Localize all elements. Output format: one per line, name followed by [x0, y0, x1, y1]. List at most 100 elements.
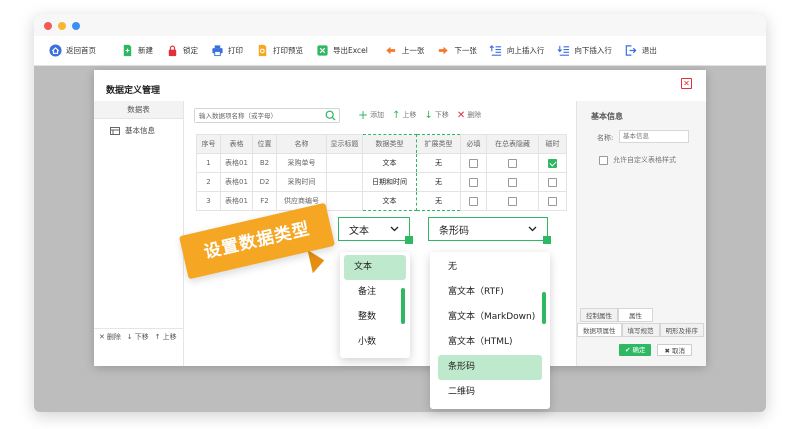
- cell-data-type[interactable]: 日期和时间: [362, 172, 417, 192]
- data-type-option[interactable]: 小数: [340, 330, 410, 355]
- data-type-option[interactable]: 整数: [340, 305, 410, 330]
- cell-no: 1: [196, 153, 221, 173]
- delete-button[interactable]: ✕ 删除: [457, 110, 481, 121]
- custom-style-option[interactable]: 允许自定义表格样式: [599, 155, 676, 165]
- hidden-checkbox[interactable]: [508, 177, 517, 187]
- insert-row-below-button[interactable]: 向下插入行: [550, 39, 618, 63]
- cell-name[interactable]: 采购单号: [276, 153, 327, 173]
- custom-style-checkbox[interactable]: [599, 155, 608, 165]
- ok-button[interactable]: ✔ 确定: [618, 344, 652, 356]
- home-label: 返回首页: [66, 46, 96, 55]
- tab-props[interactable]: 属性: [618, 308, 653, 322]
- required-checkbox[interactable]: [469, 177, 478, 187]
- required-checkbox[interactable]: [469, 196, 478, 206]
- cell-required: [460, 172, 487, 192]
- col-header[interactable]: 在总表隐藏: [486, 134, 539, 154]
- col-header[interactable]: 序号: [196, 134, 221, 154]
- cell-data-type[interactable]: 文本: [362, 191, 417, 211]
- cell-ext-type[interactable]: 无: [416, 153, 461, 173]
- arrow-down-icon: ↓: [126, 332, 133, 341]
- new-button[interactable]: 新建: [114, 39, 159, 63]
- tree-delete-button[interactable]: ✕ 删除: [99, 332, 121, 342]
- col-header[interactable]: 磁时: [538, 134, 567, 154]
- home-button[interactable]: 返回首页: [42, 39, 102, 63]
- ext-type-select[interactable]: 条形码: [428, 217, 551, 244]
- next-button[interactable]: 下一张: [430, 39, 483, 63]
- lock-button[interactable]: 锁定: [159, 39, 204, 63]
- close-dot[interactable]: [44, 22, 52, 30]
- cell-title[interactable]: [326, 191, 363, 211]
- search-input[interactable]: [195, 109, 320, 122]
- col-header-data-type[interactable]: 数据类型: [362, 134, 417, 154]
- data-type-option[interactable]: 文本: [344, 255, 406, 280]
- col-header[interactable]: 名称: [276, 134, 327, 154]
- lock-label: 锁定: [183, 46, 198, 55]
- tree-down-button[interactable]: ↓ 下移: [127, 332, 149, 342]
- prev-button[interactable]: 上一张: [378, 39, 431, 63]
- flag-checkbox[interactable]: [548, 158, 557, 168]
- table-header-row: 序号 表格 位置 名称 显示标题 数据类型 扩展类型 必填 在总表隐藏 磁时: [196, 134, 567, 154]
- move-down-button[interactable]: ↓ 下移: [424, 110, 448, 121]
- resize-handle: [405, 236, 413, 244]
- cell-ext-type[interactable]: 无: [416, 172, 461, 192]
- hidden-checkbox[interactable]: [508, 196, 517, 206]
- scrollbar[interactable]: [542, 292, 546, 324]
- exit-button[interactable]: 退出: [618, 39, 663, 63]
- col-header-ext-type[interactable]: 扩展类型: [416, 134, 461, 154]
- tree-item-basic-info[interactable]: 基本信息: [94, 119, 183, 136]
- maximize-dot[interactable]: [72, 22, 80, 30]
- print-button[interactable]: 打印: [204, 39, 249, 63]
- name-field[interactable]: 基本信息: [619, 130, 689, 143]
- col-header[interactable]: 显示标题: [326, 134, 363, 154]
- close-icon[interactable]: ✕: [681, 78, 692, 89]
- cell-name[interactable]: 采购时间: [276, 172, 327, 192]
- insert-row-above-button[interactable]: 向上插入行: [483, 39, 551, 63]
- flag-checkbox[interactable]: [548, 177, 557, 187]
- chevron-down-icon: [528, 226, 537, 232]
- export-excel-button[interactable]: 导出Excel: [309, 39, 374, 63]
- tab-control-props[interactable]: 控制属性: [580, 308, 618, 322]
- cell-hidden: [486, 191, 539, 211]
- tab-sort[interactable]: 明形及排序: [659, 323, 704, 337]
- cell-title[interactable]: [326, 153, 363, 173]
- col-header[interactable]: 位置: [252, 134, 277, 154]
- table-row[interactable]: 1 表格01 B2 采购单号 文本 无: [196, 153, 567, 173]
- tree-up-label: 上移: [162, 332, 177, 341]
- table-row[interactable]: 3 表格01 F2 供应商编号 文本 无: [196, 191, 567, 211]
- flag-checkbox[interactable]: [548, 196, 557, 206]
- tree-up-button[interactable]: ↑ 上移: [155, 332, 177, 342]
- data-type-option[interactable]: 备注: [340, 280, 410, 305]
- cell-ext-type[interactable]: 无: [416, 191, 461, 211]
- property-subtabs: 数据项属性 填写规范 明形及排序: [577, 323, 704, 337]
- cancel-button[interactable]: ✖ 取消: [657, 344, 692, 356]
- ext-type-option[interactable]: 富文本（MarkDown): [430, 305, 550, 330]
- required-checkbox[interactable]: [469, 158, 478, 168]
- hidden-checkbox[interactable]: [508, 158, 517, 168]
- move-up-button[interactable]: ↑ 上移: [392, 110, 416, 121]
- next-icon: [436, 44, 450, 58]
- search-icon[interactable]: [325, 110, 336, 121]
- col-header[interactable]: 表格: [220, 134, 253, 154]
- tab-fill-rules[interactable]: 填写规范: [621, 323, 660, 337]
- cell-data-type[interactable]: 文本: [362, 153, 417, 173]
- properties-title: 基本信息: [591, 112, 623, 121]
- ext-type-option[interactable]: 富文本（HTML): [430, 330, 550, 355]
- move-down-label: 下移: [434, 111, 449, 119]
- table-row[interactable]: 2 表格01 D2 采购时间 日期和时间 无: [196, 172, 567, 192]
- cell-no: 2: [196, 172, 221, 192]
- data-type-select[interactable]: 文本: [338, 217, 413, 244]
- resize-handle: [543, 236, 551, 244]
- new-file-icon: [120, 44, 134, 58]
- scrollbar[interactable]: [401, 288, 405, 324]
- ext-type-option[interactable]: 富文本（RTF): [430, 280, 550, 305]
- print-preview-button[interactable]: 打印预览: [249, 39, 309, 63]
- ext-type-option[interactable]: 条形码: [438, 355, 542, 380]
- tab-data-item-props[interactable]: 数据项属性: [577, 323, 622, 337]
- ext-type-option[interactable]: 二维码: [430, 380, 550, 405]
- ext-type-option[interactable]: 无: [430, 255, 550, 280]
- col-header[interactable]: 必填: [460, 134, 487, 154]
- tree-footer: ✕ 删除 ↓ 下移 ↑ 上移: [94, 328, 184, 344]
- add-button[interactable]: + 添加: [358, 108, 384, 122]
- cell-title[interactable]: [326, 172, 363, 192]
- minimize-dot[interactable]: [58, 22, 66, 30]
